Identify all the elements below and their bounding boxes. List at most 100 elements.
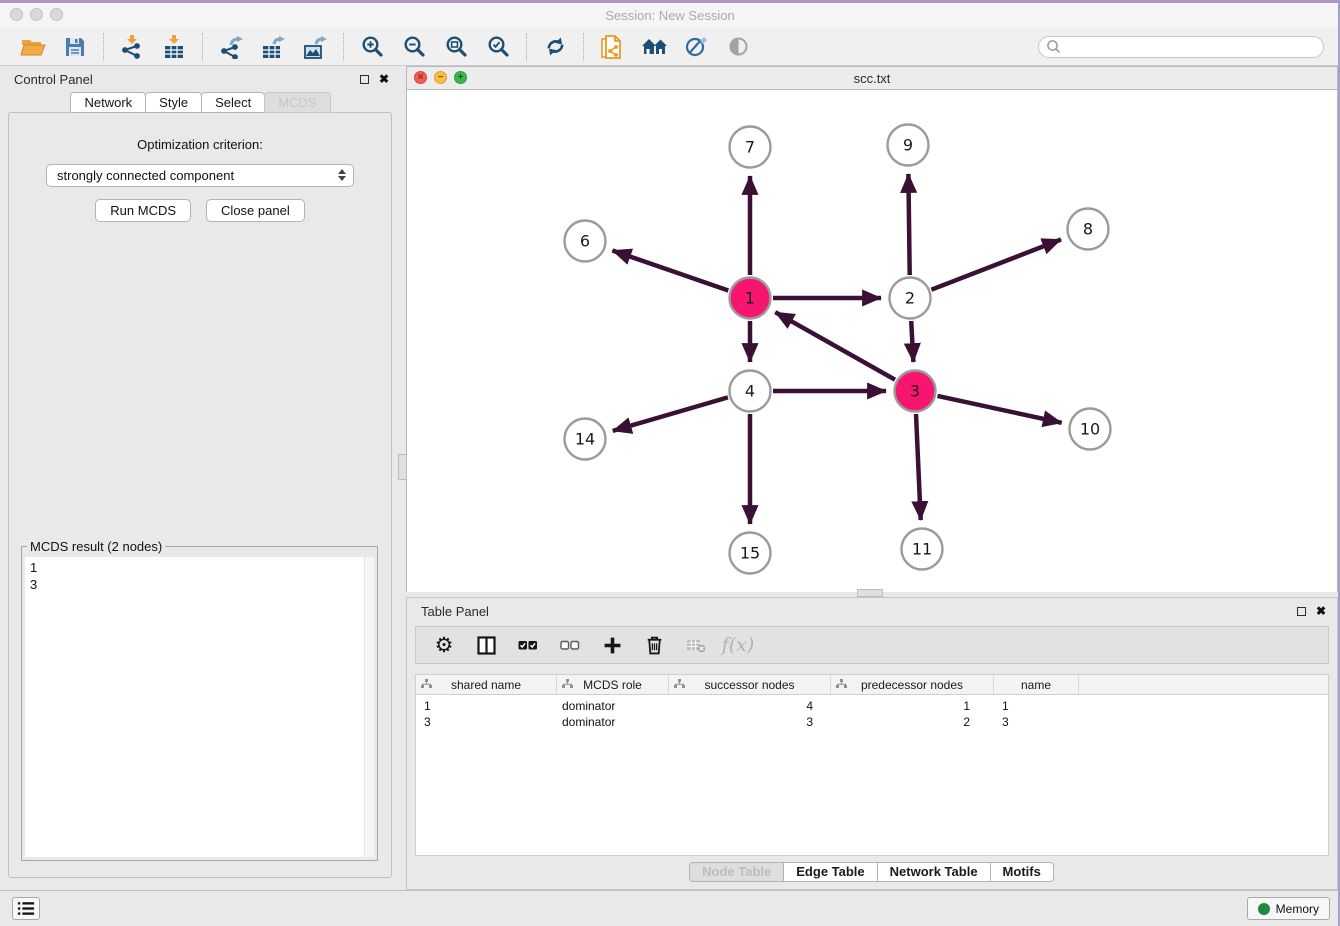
float-table-panel-button[interactable] (1297, 607, 1306, 616)
table-row[interactable]: 3dominator323 (416, 714, 1328, 730)
table-tab-network-table[interactable]: Network Table (877, 862, 991, 882)
graph-edge-3-1[interactable] (775, 312, 895, 380)
graph-node-14[interactable]: 14 (565, 419, 606, 460)
refresh-layout-button[interactable] (539, 31, 571, 63)
deselect-all-columns-button[interactable] (558, 633, 582, 657)
memory-button[interactable]: Memory (1247, 897, 1330, 920)
network-zoom-button[interactable]: + (454, 71, 467, 84)
tab-style[interactable]: Style (145, 92, 202, 113)
graph-edge-3-11[interactable] (916, 414, 921, 520)
home-button[interactable] (638, 31, 670, 63)
result-scrollbar[interactable] (364, 557, 374, 857)
table-tab-edge-table[interactable]: Edge Table (783, 862, 877, 882)
delete-table-button[interactable] (684, 633, 708, 657)
tab-select[interactable]: Select (201, 92, 265, 113)
graph-edge-2-9[interactable] (908, 174, 909, 275)
cell-successor-nodes[interactable]: 3 (669, 715, 831, 729)
add-column-button[interactable] (600, 633, 624, 657)
cell-successor-nodes[interactable]: 4 (669, 699, 831, 713)
show-columns-button[interactable] (474, 633, 498, 657)
select-all-columns-button[interactable] (516, 633, 540, 657)
float-panel-button[interactable] (360, 75, 369, 84)
column-header-mcds-role[interactable]: MCDS role (557, 675, 669, 694)
cell-shared-name[interactable]: 3 (416, 715, 557, 729)
graph-node-3[interactable]: 3 (895, 371, 936, 412)
graph-node-9[interactable]: 9 (888, 125, 929, 166)
control-panel: Control Panel NetworkStyleSelectMCDS Opt… (0, 66, 400, 890)
graph-node-1[interactable]: 1 (730, 278, 771, 319)
import-table-button[interactable] (158, 31, 190, 63)
minimize-window-button[interactable] (30, 8, 43, 21)
column-header-successor-nodes[interactable]: successor nodes (669, 675, 831, 694)
network-canvas[interactable]: 7 9 6 8 1 2 4 3 14 10 15 11 (407, 90, 1337, 592)
export-image-button[interactable] (299, 31, 331, 63)
table-settings-button[interactable] (432, 633, 456, 657)
cell-predecessor-nodes[interactable]: 2 (831, 715, 994, 729)
network-window-titlebar[interactable]: × − + scc.txt (407, 67, 1337, 90)
tab-mcds[interactable]: MCDS (264, 92, 330, 113)
save-session-button[interactable] (59, 31, 91, 63)
cell-name[interactable]: 1 (994, 699, 1079, 713)
graph-edge-1-6[interactable] (612, 251, 728, 291)
import-network-button[interactable] (116, 31, 148, 63)
run-mcds-button[interactable]: Run MCDS (95, 199, 191, 222)
zoom-in-button[interactable] (356, 31, 388, 63)
folder-open-icon (20, 36, 46, 58)
column-header-shared-name[interactable]: shared name (416, 675, 557, 694)
export-table-button[interactable] (257, 31, 289, 63)
graph-node-8[interactable]: 8 (1068, 209, 1109, 250)
graph-node-4[interactable]: 4 (730, 371, 771, 412)
tab-network[interactable]: Network (70, 92, 146, 113)
table-tab-node-table[interactable]: Node Table (689, 862, 784, 882)
hierarchy-icon (562, 679, 573, 689)
zoom-fit-button[interactable] (440, 31, 472, 63)
network-export-icon (219, 35, 243, 59)
automation-panel-button[interactable] (12, 897, 40, 920)
vertical-splitter-grip[interactable] (398, 454, 407, 480)
graph-node-10[interactable]: 10 (1070, 409, 1111, 450)
graphics-details-button[interactable] (680, 31, 712, 63)
toolbar-separator (103, 33, 104, 61)
column-label: shared name (451, 678, 521, 692)
graph-edge-4-14[interactable] (613, 397, 728, 431)
graph-node-11[interactable]: 11 (902, 529, 943, 570)
network-minimize-button[interactable]: − (434, 71, 447, 84)
function-builder-button[interactable]: f(x) (726, 633, 750, 657)
table-export-icon (261, 35, 285, 59)
cell-predecessor-nodes[interactable]: 1 (831, 699, 994, 713)
search-input[interactable] (1065, 38, 1316, 55)
export-network-button[interactable] (215, 31, 247, 63)
open-session-button[interactable] (17, 31, 49, 63)
table-row[interactable]: 1dominator411 (416, 698, 1328, 714)
close-panel-button[interactable]: Close panel (206, 199, 305, 222)
graph-node-6[interactable]: 6 (565, 221, 606, 262)
cell-mcds-role[interactable]: dominator (557, 699, 669, 713)
column-header-name[interactable]: name (994, 675, 1079, 694)
cell-shared-name[interactable]: 1 (416, 699, 557, 713)
column-header-predecessor-nodes[interactable]: predecessor nodes (831, 675, 994, 694)
zoom-out-icon (403, 35, 426, 58)
close-window-button[interactable] (10, 8, 23, 21)
graph-node-2[interactable]: 2 (890, 278, 931, 319)
zoom-selected-button[interactable] (482, 31, 514, 63)
network-close-button[interactable]: × (414, 71, 427, 84)
close-panel-icon-button[interactable] (379, 73, 389, 85)
delete-column-button[interactable] (642, 633, 666, 657)
network-file-button[interactable] (596, 31, 628, 63)
cell-mcds-role[interactable]: dominator (557, 715, 669, 729)
graph-edge-3-10[interactable] (938, 396, 1062, 423)
visibility-button[interactable] (722, 31, 754, 63)
graph-edge-2-3[interactable] (911, 321, 913, 362)
graph-node-15[interactable]: 15 (730, 533, 771, 574)
table-tab-motifs[interactable]: Motifs (990, 862, 1054, 882)
horizontal-splitter-grip[interactable] (857, 589, 883, 597)
graph-edge-2-8[interactable] (931, 240, 1061, 290)
zoom-window-button[interactable] (50, 8, 63, 21)
zoom-out-button[interactable] (398, 31, 430, 63)
mcds-result-title: MCDS result (2 nodes) (27, 539, 165, 554)
optimization-criterion-dropdown[interactable]: strongly connected component (46, 164, 354, 187)
mcds-result-textarea[interactable]: 1 3 (25, 557, 374, 857)
graph-node-7[interactable]: 7 (730, 127, 771, 168)
cell-name[interactable]: 3 (994, 715, 1079, 729)
close-table-panel-button[interactable] (1316, 605, 1326, 617)
